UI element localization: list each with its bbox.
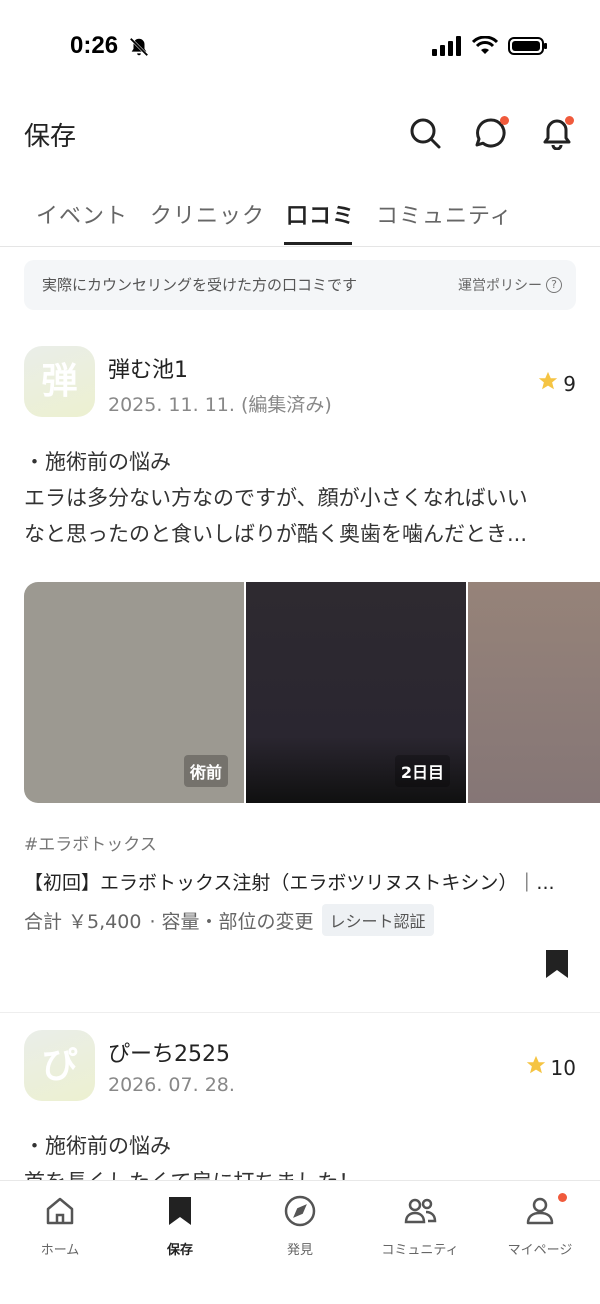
silent-bell-icon	[128, 36, 150, 62]
star-icon	[537, 370, 559, 397]
tab-bar: イベント クリニック 口コミ コミュニティ	[0, 182, 600, 247]
price-note: · 容量・部位の変更	[149, 910, 314, 933]
nav-label: マイページ	[507, 1243, 573, 1258]
nav-label: コミュニティ	[381, 1243, 459, 1258]
review-body[interactable]: ・施術前の悩み 首を長くしたくて肩に打ちました！	[24, 1128, 576, 1184]
signal-icon	[432, 36, 462, 60]
rating: 10	[525, 1054, 576, 1081]
price-total: 合計 ￥5,400	[24, 910, 142, 933]
bookmark-icon	[120, 1193, 240, 1229]
status-bar: 0:26	[0, 0, 600, 96]
tab-reviews[interactable]: 口コミ	[286, 198, 355, 230]
star-icon	[525, 1054, 547, 1081]
tab-events[interactable]: イベント	[36, 198, 128, 230]
status-time: 0:26	[70, 32, 119, 59]
price-row: 合計 ￥5,400 · 容量・部位の変更 レシート認証	[24, 904, 434, 936]
avatar: ぴ	[24, 1030, 95, 1101]
nav-community[interactable]: コミュニティ	[360, 1193, 480, 1258]
tab-clinics[interactable]: クリニック	[150, 198, 265, 230]
divider	[0, 1012, 600, 1013]
nav-saved[interactable]: 保存	[120, 1193, 240, 1258]
reviewer-name: 弾む池1	[108, 358, 188, 383]
review-text-line: エラは多分ない方なのですが、顔が小さくなればいい	[24, 486, 528, 510]
receipt-verified-badge: レシート認証	[321, 904, 434, 936]
review-text-line: なと思ったのと食いしばりが酷く奥歯を噛んだとき...	[24, 522, 528, 546]
search-icon[interactable]	[408, 116, 442, 150]
review-date: 2025. 11. 11. (編集済み)	[108, 394, 332, 416]
reviewer-name: ぴーち2525	[108, 1042, 230, 1067]
avatar: 弾	[24, 346, 95, 417]
rating-value: 10	[550, 1055, 576, 1080]
notification-dot	[565, 116, 574, 125]
review-photo[interactable]	[468, 582, 600, 803]
review-photos[interactable]: 術前 2日目	[24, 582, 600, 803]
notification-dot	[500, 116, 509, 125]
review-photo-day2[interactable]: 2日目	[246, 582, 466, 803]
review-card[interactable]: ぴ ぴーち2525 2026. 07. 28. 10 ・施術前の悩み 首を長くし…	[0, 1014, 600, 1184]
bottom-nav: ホーム 保存 発見 コミュニティ マイページ	[0, 1180, 600, 1304]
app-header: 保存	[0, 96, 600, 176]
review-card[interactable]: 弾 弾む池1 2025. 11. 11. (編集済み) 9 ・施術前の悩み エラ…	[0, 330, 600, 1010]
page-title: 保存	[24, 122, 77, 152]
wifi-icon	[471, 35, 499, 60]
review-body[interactable]: ・施術前の悩み エラは多分ない方なのですが、顔が小さくなればいい なと思ったのと…	[24, 444, 576, 552]
policy-link-label: 運営ポリシー	[458, 278, 542, 294]
review-date: 2026. 07. 28.	[108, 1074, 235, 1096]
concern-heading: ・施術前の悩み	[24, 1134, 171, 1158]
compass-icon	[240, 1193, 360, 1229]
concern-heading: ・施術前の悩み	[24, 450, 171, 474]
people-icon	[360, 1193, 480, 1229]
question-icon: ?	[546, 277, 562, 293]
nav-label: ホーム	[40, 1243, 80, 1258]
notification-dot	[558, 1193, 567, 1202]
notice-text: 実際にカウンセリングを受けた方の口コミです	[42, 276, 358, 294]
nav-discover[interactable]: 発見	[240, 1193, 360, 1258]
photo-label: 2日目	[394, 755, 450, 787]
notification-bell-icon[interactable]	[540, 116, 574, 151]
review-photo-before[interactable]: 術前	[24, 582, 244, 803]
home-icon	[0, 1193, 120, 1229]
active-tab-indicator	[284, 242, 352, 245]
tab-community[interactable]: コミュニティ	[376, 198, 513, 230]
policy-link[interactable]: 運営ポリシー ?	[458, 275, 562, 295]
review-notice-banner: 実際にカウンセリングを受けた方の口コミです 運営ポリシー ?	[24, 260, 576, 310]
rating-value: 9	[563, 371, 576, 396]
nav-mypage[interactable]: マイページ	[480, 1193, 600, 1258]
treatment-name[interactable]: 【初回】エラボトックス注射（エラボツリヌストキシン）｜...	[24, 868, 576, 895]
bookmark-icon[interactable]	[544, 948, 570, 984]
person-icon	[480, 1193, 600, 1229]
battery-icon	[508, 36, 548, 60]
nav-label: 保存	[166, 1243, 193, 1258]
nav-home[interactable]: ホーム	[0, 1193, 120, 1258]
hashtag[interactable]: #エラボトックス	[24, 830, 157, 855]
chat-icon[interactable]	[474, 116, 509, 150]
rating: 9	[537, 370, 576, 397]
nav-label: 発見	[286, 1243, 313, 1258]
photo-label: 術前	[183, 755, 228, 787]
